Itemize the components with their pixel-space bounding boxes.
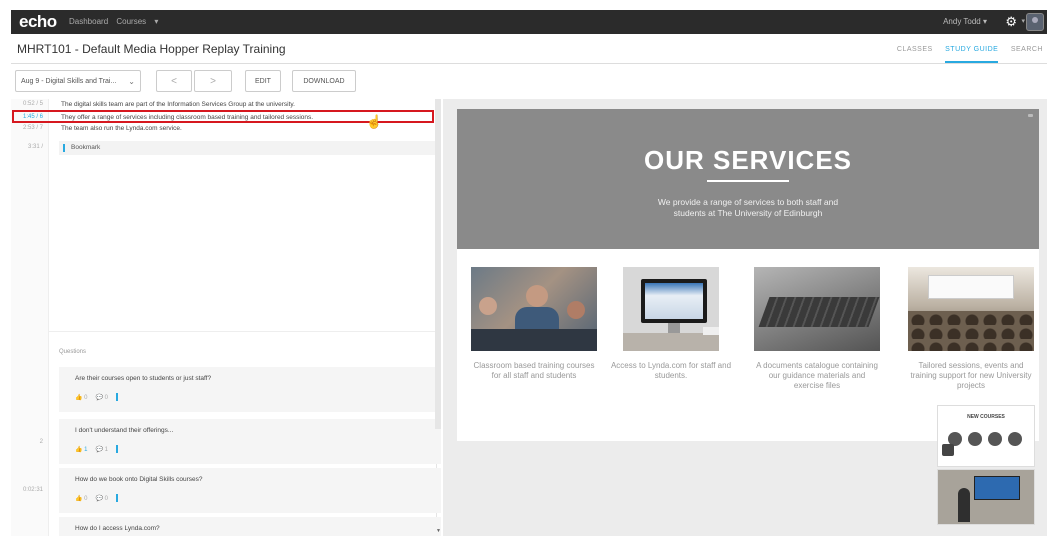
like-count: 0 <box>84 495 88 502</box>
hand-cursor-icon: ☝ <box>366 114 383 129</box>
secondary-slide-thumbnail[interactable]: NEW COURSES <box>937 405 1035 467</box>
next-class-button[interactable]: > <box>194 70 232 92</box>
top-nav: Dashboard Courses ▾ <box>69 17 164 26</box>
question-text: How do we book onto Digital Skills cours… <box>75 476 203 483</box>
class-select[interactable]: Aug 9 - Digital Skills and Trai... ⌄ <box>15 70 141 92</box>
question-card[interactable]: Are their courses open to students or ju… <box>59 367 441 412</box>
course-icon <box>1008 432 1022 446</box>
like-count: 1 <box>84 446 88 453</box>
service-classroom: Classroom based training courses for all… <box>471 267 597 381</box>
page-title: MHRT101 - Default Media Hopper Replay Tr… <box>17 42 286 56</box>
question-text: Are their courses open to students or ju… <box>75 375 212 382</box>
comment-count: 1 <box>104 446 108 453</box>
course-icon <box>968 432 982 446</box>
slide: OUR SERVICES We provide a range of servi… <box>457 109 1039 441</box>
comment-icon[interactable]: 💬 0 <box>95 495 107 502</box>
question-time[interactable]: 0:02:31 <box>13 487 47 493</box>
tab-study-guide[interactable]: STUDY GUIDE <box>945 46 999 63</box>
question-counter: 2 <box>39 439 43 445</box>
echo-logo[interactable]: echo <box>19 12 57 32</box>
user-menu[interactable]: Andy Todd ▾ <box>943 17 987 26</box>
slide-header: OUR SERVICES We provide a range of servi… <box>457 109 1039 249</box>
comment-icon[interactable]: 💬 1 <box>95 446 107 453</box>
tab-classes[interactable]: CLASSES <box>897 46 933 61</box>
service-caption: Classroom based training courses for all… <box>473 361 595 380</box>
thumbnail-title: NEW COURSES <box>967 414 1005 420</box>
course-header: MHRT101 - Default Media Hopper Replay Tr… <box>11 34 1047 64</box>
like-count: 0 <box>84 394 88 401</box>
question-text: How do I access Lynda.com? <box>75 525 160 532</box>
gear-menu-caret[interactable]: ▾ <box>1021 17 1025 25</box>
tab-search[interactable]: SEARCH <box>1011 46 1043 61</box>
bookmark-marker[interactable] <box>115 445 118 453</box>
avatar[interactable] <box>1026 13 1044 31</box>
top-bar: echo Dashboard Courses ▾ Andy Todd ▾ ⚙ ▾ <box>11 10 1047 34</box>
question-text: I don't understand their offerings... <box>75 427 174 434</box>
note-time[interactable]: 2:53 / 7 <box>13 125 47 131</box>
previous-class-button[interactable]: < <box>156 70 192 92</box>
class-select-value: Aug 9 - Digital Skills and Trai... <box>21 77 117 85</box>
question-actions: 👍 0 💬 0 <box>75 494 118 502</box>
slide-subtitle-line: We provide a range of services to both s… <box>657 197 839 207</box>
bookmark-marker[interactable] <box>115 494 118 502</box>
question-actions: 👍 0 💬 0 <box>75 393 118 401</box>
toolbar: Aug 9 - Digital Skills and Trai... ⌄ < >… <box>11 64 1047 99</box>
edit-button[interactable]: EDIT <box>245 70 281 92</box>
comment-count: 0 <box>104 495 108 502</box>
slide-title-rule <box>707 180 789 182</box>
laptop-keyboard-photo <box>754 267 880 351</box>
classroom-photo <box>471 267 597 351</box>
chevron-down-icon: ⌄ <box>128 77 135 86</box>
service-caption: Tailored sessions, events and training s… <box>910 361 1032 390</box>
service-documents: A documents catalogue containing our gui… <box>754 267 880 391</box>
slide-title: OUR SERVICES <box>643 145 852 175</box>
nav-dashboard[interactable]: Dashboard <box>69 17 108 26</box>
thumbs-up-icon[interactable]: 👍 1 <box>75 446 87 453</box>
save-icon[interactable] <box>942 444 954 456</box>
service-caption: A documents catalogue containing our gui… <box>756 361 878 390</box>
presenter-screen <box>974 476 1020 500</box>
course-icon <box>988 432 1002 446</box>
video-thumbnail[interactable] <box>937 469 1035 525</box>
notes-scrollbar[interactable] <box>435 99 441 429</box>
event-audience-photo <box>908 267 1034 351</box>
notes-panel: 0:52 / 5 1:45 / 6 2:53 / 7 3:31 / 2 0:02… <box>11 99 441 536</box>
service-tailored: Tailored sessions, events and training s… <box>908 267 1034 391</box>
thumbs-up-icon[interactable]: 👍 0 <box>75 495 87 502</box>
download-button[interactable]: DOWNLOAD <box>292 70 356 92</box>
thumbs-up-icon[interactable]: 👍 0 <box>75 394 87 401</box>
question-card[interactable]: How do we book onto Digital Skills cours… <box>59 468 441 513</box>
question-actions: 👍 1 💬 1 <box>75 445 118 453</box>
service-caption: Access to Lynda.com for staff and studen… <box>610 361 732 380</box>
divider <box>49 331 435 332</box>
timeline-column: 0:52 / 5 1:45 / 6 2:53 / 7 3:31 / 2 0:02… <box>11 99 49 536</box>
computer-photo <box>623 267 719 351</box>
question-card[interactable]: How do I access Lynda.com? <box>59 517 441 536</box>
presenter-figure <box>958 488 970 522</box>
bookmark-marker[interactable] <box>115 393 118 401</box>
slide-subtitle: We provide a range of services to both s… <box>457 197 1039 219</box>
note-line[interactable]: The digital skills team are part of the … <box>61 101 295 108</box>
service-lynda: Access to Lynda.com for staff and studen… <box>611 267 731 381</box>
note-time[interactable]: 0:52 / 5 <box>13 101 47 107</box>
slide-menu-icon[interactable] <box>1028 114 1033 117</box>
bookmark-time[interactable]: 3:31 / <box>13 144 47 150</box>
scroll-down-arrow-icon[interactable]: ▼ <box>436 528 441 534</box>
slide-viewer: OUR SERVICES We provide a range of servi… <box>443 99 1047 536</box>
gear-icon[interactable]: ⚙ <box>1005 14 1017 30</box>
question-card[interactable]: I don't understand their offerings... 👍 … <box>59 419 441 464</box>
chevron-down-icon[interactable]: ▾ <box>154 17 158 26</box>
bookmark-item[interactable]: Bookmark <box>59 141 441 155</box>
note-line[interactable]: The team also run the Lynda.com service. <box>61 125 182 132</box>
nav-courses[interactable]: Courses <box>116 17 146 26</box>
questions-label: Questions <box>59 349 87 355</box>
comment-count: 0 <box>104 394 108 401</box>
section-tabs: CLASSES STUDY GUIDE SEARCH <box>887 46 1043 63</box>
slide-subtitle-line: students at The University of Edinburgh <box>673 208 823 218</box>
comment-icon[interactable]: 💬 0 <box>95 394 107 401</box>
